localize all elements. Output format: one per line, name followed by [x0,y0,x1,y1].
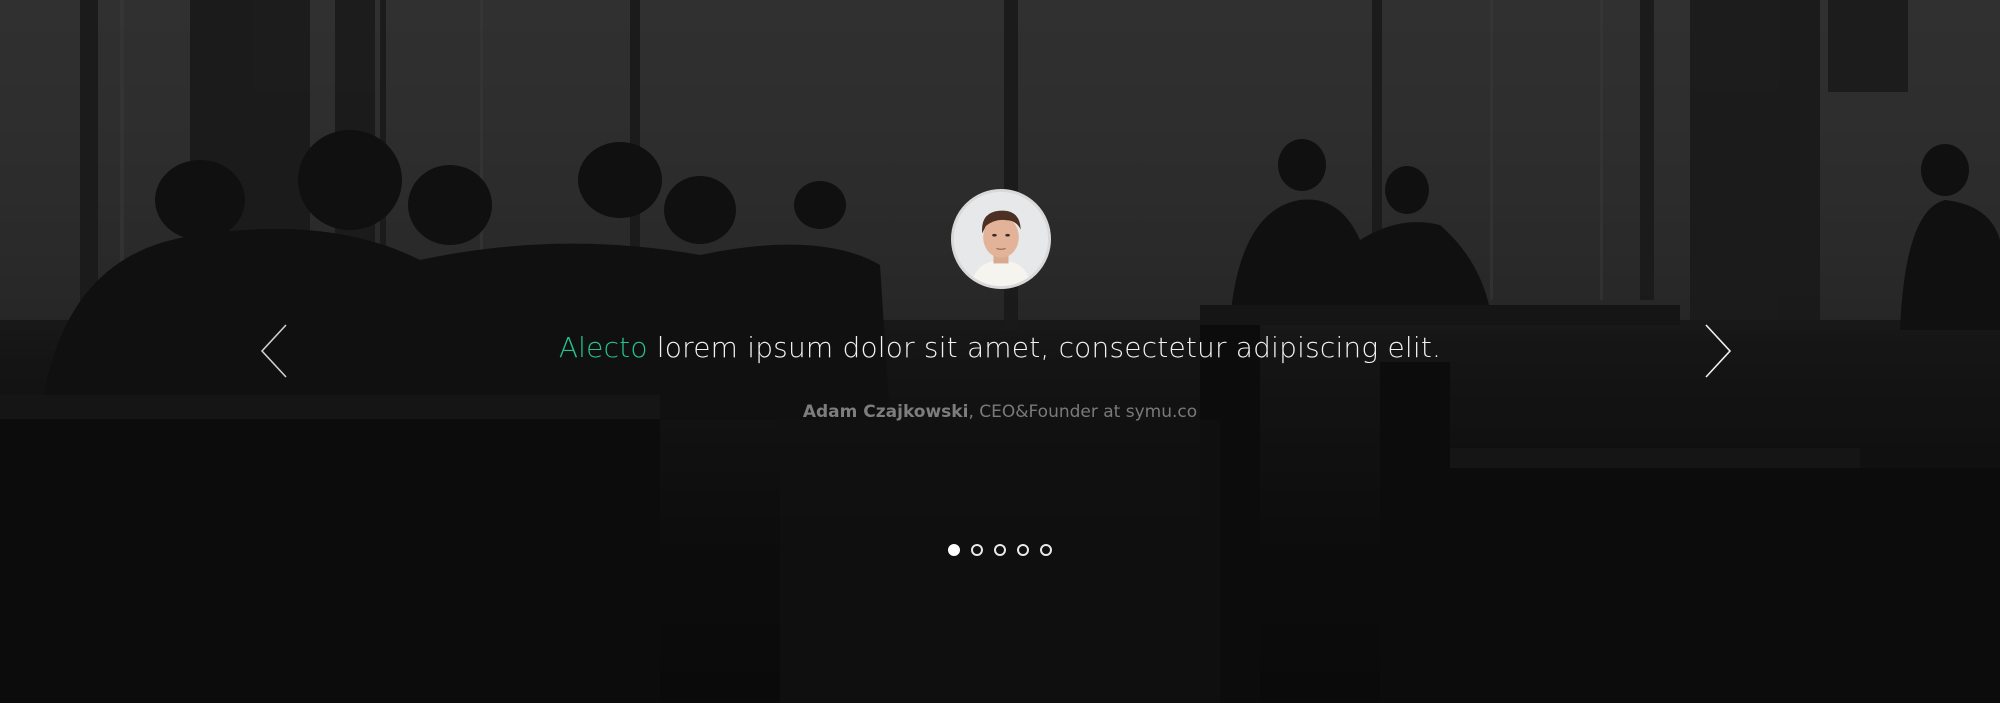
carousel-dot-4[interactable] [1017,544,1029,556]
prev-slide-button[interactable] [258,322,298,380]
carousel-dot-5[interactable] [1040,544,1052,556]
carousel-dot-1[interactable] [948,544,960,556]
carousel-dot-3[interactable] [994,544,1006,556]
quote-text: lorem ipsum dolor sit amet, consectetur … [647,331,1442,364]
author-avatar [951,189,1051,289]
testimonial-quote: Alecto lorem ipsum dolor sit amet, conse… [300,328,1700,368]
author-role: , CEO&Founder at symu.co [968,402,1198,422]
testimonial-author: Adam Czajkowski, CEO&Founder at symu.co [500,400,1500,424]
quote-accent: Alecto [558,331,648,364]
testimonial-hero: Alecto lorem ipsum dolor sit amet, conse… [0,0,2000,703]
carousel-dot-2[interactable] [971,544,983,556]
chevron-left-icon [260,324,287,378]
author-name: Adam Czajkowski [802,402,969,422]
carousel-dots [0,544,2000,556]
next-slide-button[interactable] [1700,322,1740,380]
chevron-right-icon [1705,324,1732,378]
author-portrait [954,192,1048,286]
